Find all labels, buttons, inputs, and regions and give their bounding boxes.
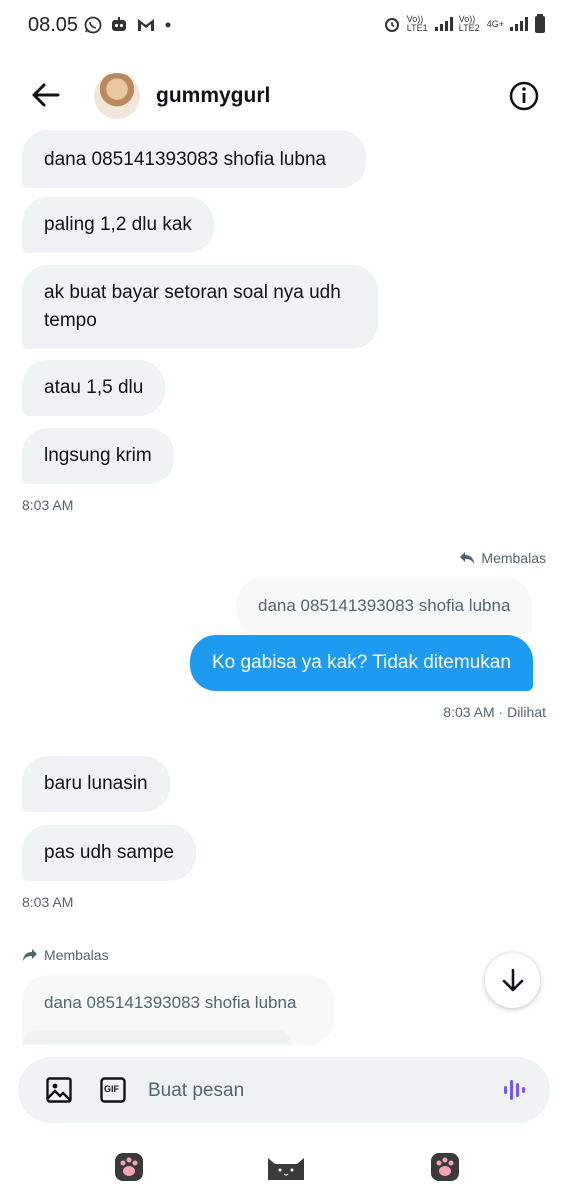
message-text: dana 085141393083 shofia lubna <box>44 149 327 170</box>
network-label: 4G+ <box>486 19 504 29</box>
message-text: pas udh sampe <box>44 842 174 863</box>
message-text: baru lunasin <box>44 773 148 794</box>
arrow-down-icon <box>502 968 523 991</box>
reply-icon <box>23 949 37 961</box>
incoming-message[interactable]: lngsung krim <box>22 428 174 484</box>
signal-icon <box>510 17 528 31</box>
reply-icon <box>460 552 475 564</box>
message-composer: GIF <box>18 1057 550 1123</box>
incoming-message[interactable]: atau 1,5 dlu <box>22 360 166 416</box>
message-input[interactable] <box>146 1073 480 1109</box>
gmail-icon <box>138 19 154 31</box>
robot-app-icon <box>112 17 126 31</box>
reply-label: Membalas <box>44 947 109 963</box>
incoming-message[interactable]: dana 085141393083 shofia lubna <box>22 130 366 188</box>
incoming-message[interactable]: ak buat bayar setoran soal nya udh tempo <box>22 265 378 349</box>
info-icon <box>509 81 539 111</box>
whatsapp-icon <box>84 16 102 34</box>
arrow-left-icon <box>32 83 60 107</box>
reply-indicator: Membalas <box>459 550 546 566</box>
voice-message-button[interactable] <box>501 1076 529 1104</box>
message-timestamp: 8:03 AM <box>22 497 74 513</box>
info-button[interactable] <box>508 80 540 112</box>
battery-icon <box>535 14 545 33</box>
quoted-message[interactable]: dana 085141393083 shofia lubna <box>236 578 533 634</box>
outgoing-message[interactable]: Ko gabisa ya kak? Tidak ditemukan <box>190 635 533 691</box>
paw-icon <box>115 1153 143 1181</box>
incoming-message[interactable]: paling 1,2 dlu kak <box>22 197 214 253</box>
cat-icon <box>268 1158 304 1180</box>
image-button[interactable] <box>45 1076 73 1104</box>
incoming-message[interactable]: baru lunasin <box>22 756 170 812</box>
message-timestamp: 8:03 AM · Dilihat <box>443 704 546 720</box>
conversation-header: gummygurl <box>0 62 568 132</box>
message-text: atau 1,5 dlu <box>44 377 144 398</box>
message-partial <box>22 1030 292 1045</box>
back-button[interactable] <box>26 80 64 110</box>
sim2-label: Vo)) LTE2 <box>458 14 480 33</box>
recents-button[interactable] <box>114 1152 144 1187</box>
avatar[interactable] <box>94 73 140 119</box>
quoted-text: dana 085141393083 shofia lubna <box>258 596 511 615</box>
alarm-icon <box>384 18 399 32</box>
incoming-message[interactable]: pas udh sampe <box>22 825 196 881</box>
reply-label: Membalas <box>481 550 546 566</box>
conversation-username[interactable]: gummygurl <box>156 84 270 108</box>
message-text: ak buat bayar setoran soal nya udh tempo <box>44 282 341 331</box>
message-timestamp: 8:03 AM <box>22 894 74 910</box>
system-nav-bar <box>0 1134 568 1200</box>
quoted-text: dana 085141393083 shofia lubna <box>44 993 297 1012</box>
gif-button[interactable]: GIF <box>99 1076 127 1104</box>
voice-waveform-icon <box>504 1080 525 1100</box>
paw-icon <box>431 1153 459 1181</box>
back-nav-button[interactable] <box>430 1152 460 1187</box>
home-button[interactable] <box>266 1150 306 1187</box>
dot-icon <box>165 22 171 28</box>
scroll-to-bottom-button[interactable] <box>485 953 540 1008</box>
message-text: paling 1,2 dlu kak <box>44 214 192 235</box>
message-text: Ko gabisa ya kak? Tidak ditemukan <box>212 652 511 673</box>
sim1-label: Vo)) LTE1 <box>406 14 428 33</box>
gif-label: GIF <box>104 1084 119 1094</box>
status-bar: 08.05 Vo)) LTE1 Vo)) LTE2 4G+ <box>0 0 568 54</box>
image-icon <box>46 1077 72 1103</box>
status-time: 08.05 <box>28 14 79 36</box>
reply-indicator: Membalas <box>22 947 109 963</box>
message-text: lngsung krim <box>44 445 152 466</box>
signal-icon <box>434 17 453 31</box>
